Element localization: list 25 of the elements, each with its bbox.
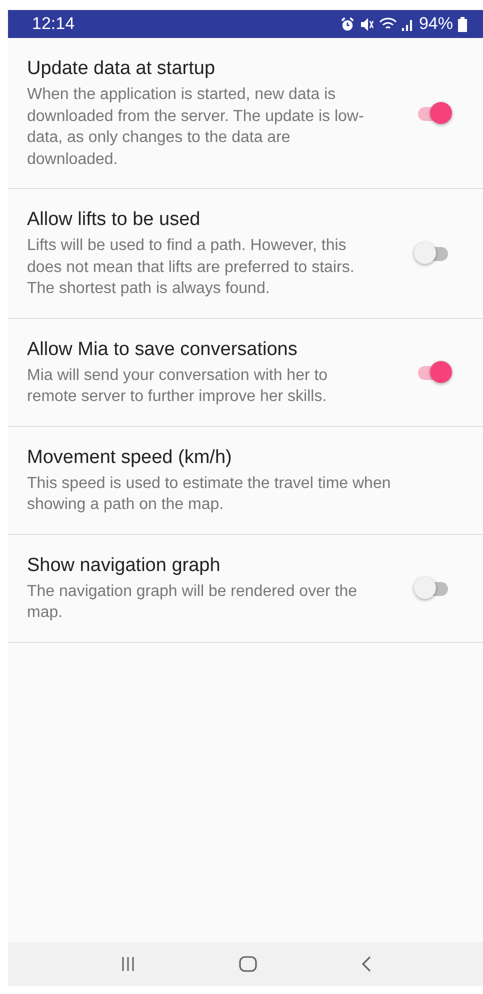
setting-title: Movement speed (km/h) [27,446,233,468]
back-icon [360,955,372,973]
setting-description: When the application is started, new data is downloaded from the server. The update is low-data, as only changes to the data are downloaded. [27,85,365,170]
setting-row[interactable]: Movement speed (km/h) This speed is used to estimate the travel time when showing a path on the map. [8,426,483,534]
setting-row[interactable]: Show navigation graph The navigation graph will be rendered over the map. [8,534,483,642]
setting-description: This speed is used to estimate the travel time when showing a path on the map. [27,474,392,515]
recent-apps-icon [120,956,136,972]
setting-description: Mia will send your conversation with her to remote server to further improve her skills. [27,366,329,407]
mute-icon [360,16,374,32]
battery-percentage: 94% [418,14,453,34]
setting-title: Update data at startup [27,58,216,80]
setting-title: Show navigation graph [27,554,222,576]
setting-description: Lifts will be used to find a path. However, this does not mean that lifts are preferred to stairs. The shortest path is always found. [27,236,356,299]
setting-description: The navigation graph will be rendered over the map. [27,582,358,623]
setting-row[interactable]: Allow lifts to be used Lifts will be used to find a path. However, this does not mean that lifts are preferred to stairs. The shortest path is always found. [8,189,483,318]
home-icon [238,955,256,973]
battery-icon [458,16,467,32]
signal-icon [402,18,414,30]
wifi-icon [378,17,397,31]
setting-title: Allow lifts to be used [27,209,202,231]
setting-title: Allow Mia to save conversations [27,338,298,360]
clock: 12:14 [32,14,75,34]
setting-row[interactable]: Update data at startup When the application is started, new data is downloaded from the server. The update is low-data, as only changes to the data are downloaded. [8,38,483,189]
setting-row[interactable]: Allow Mia to save conversations Mia will send your conversation with her to remote server to further improve her skills. [8,318,483,426]
alarm-icon [340,16,355,32]
